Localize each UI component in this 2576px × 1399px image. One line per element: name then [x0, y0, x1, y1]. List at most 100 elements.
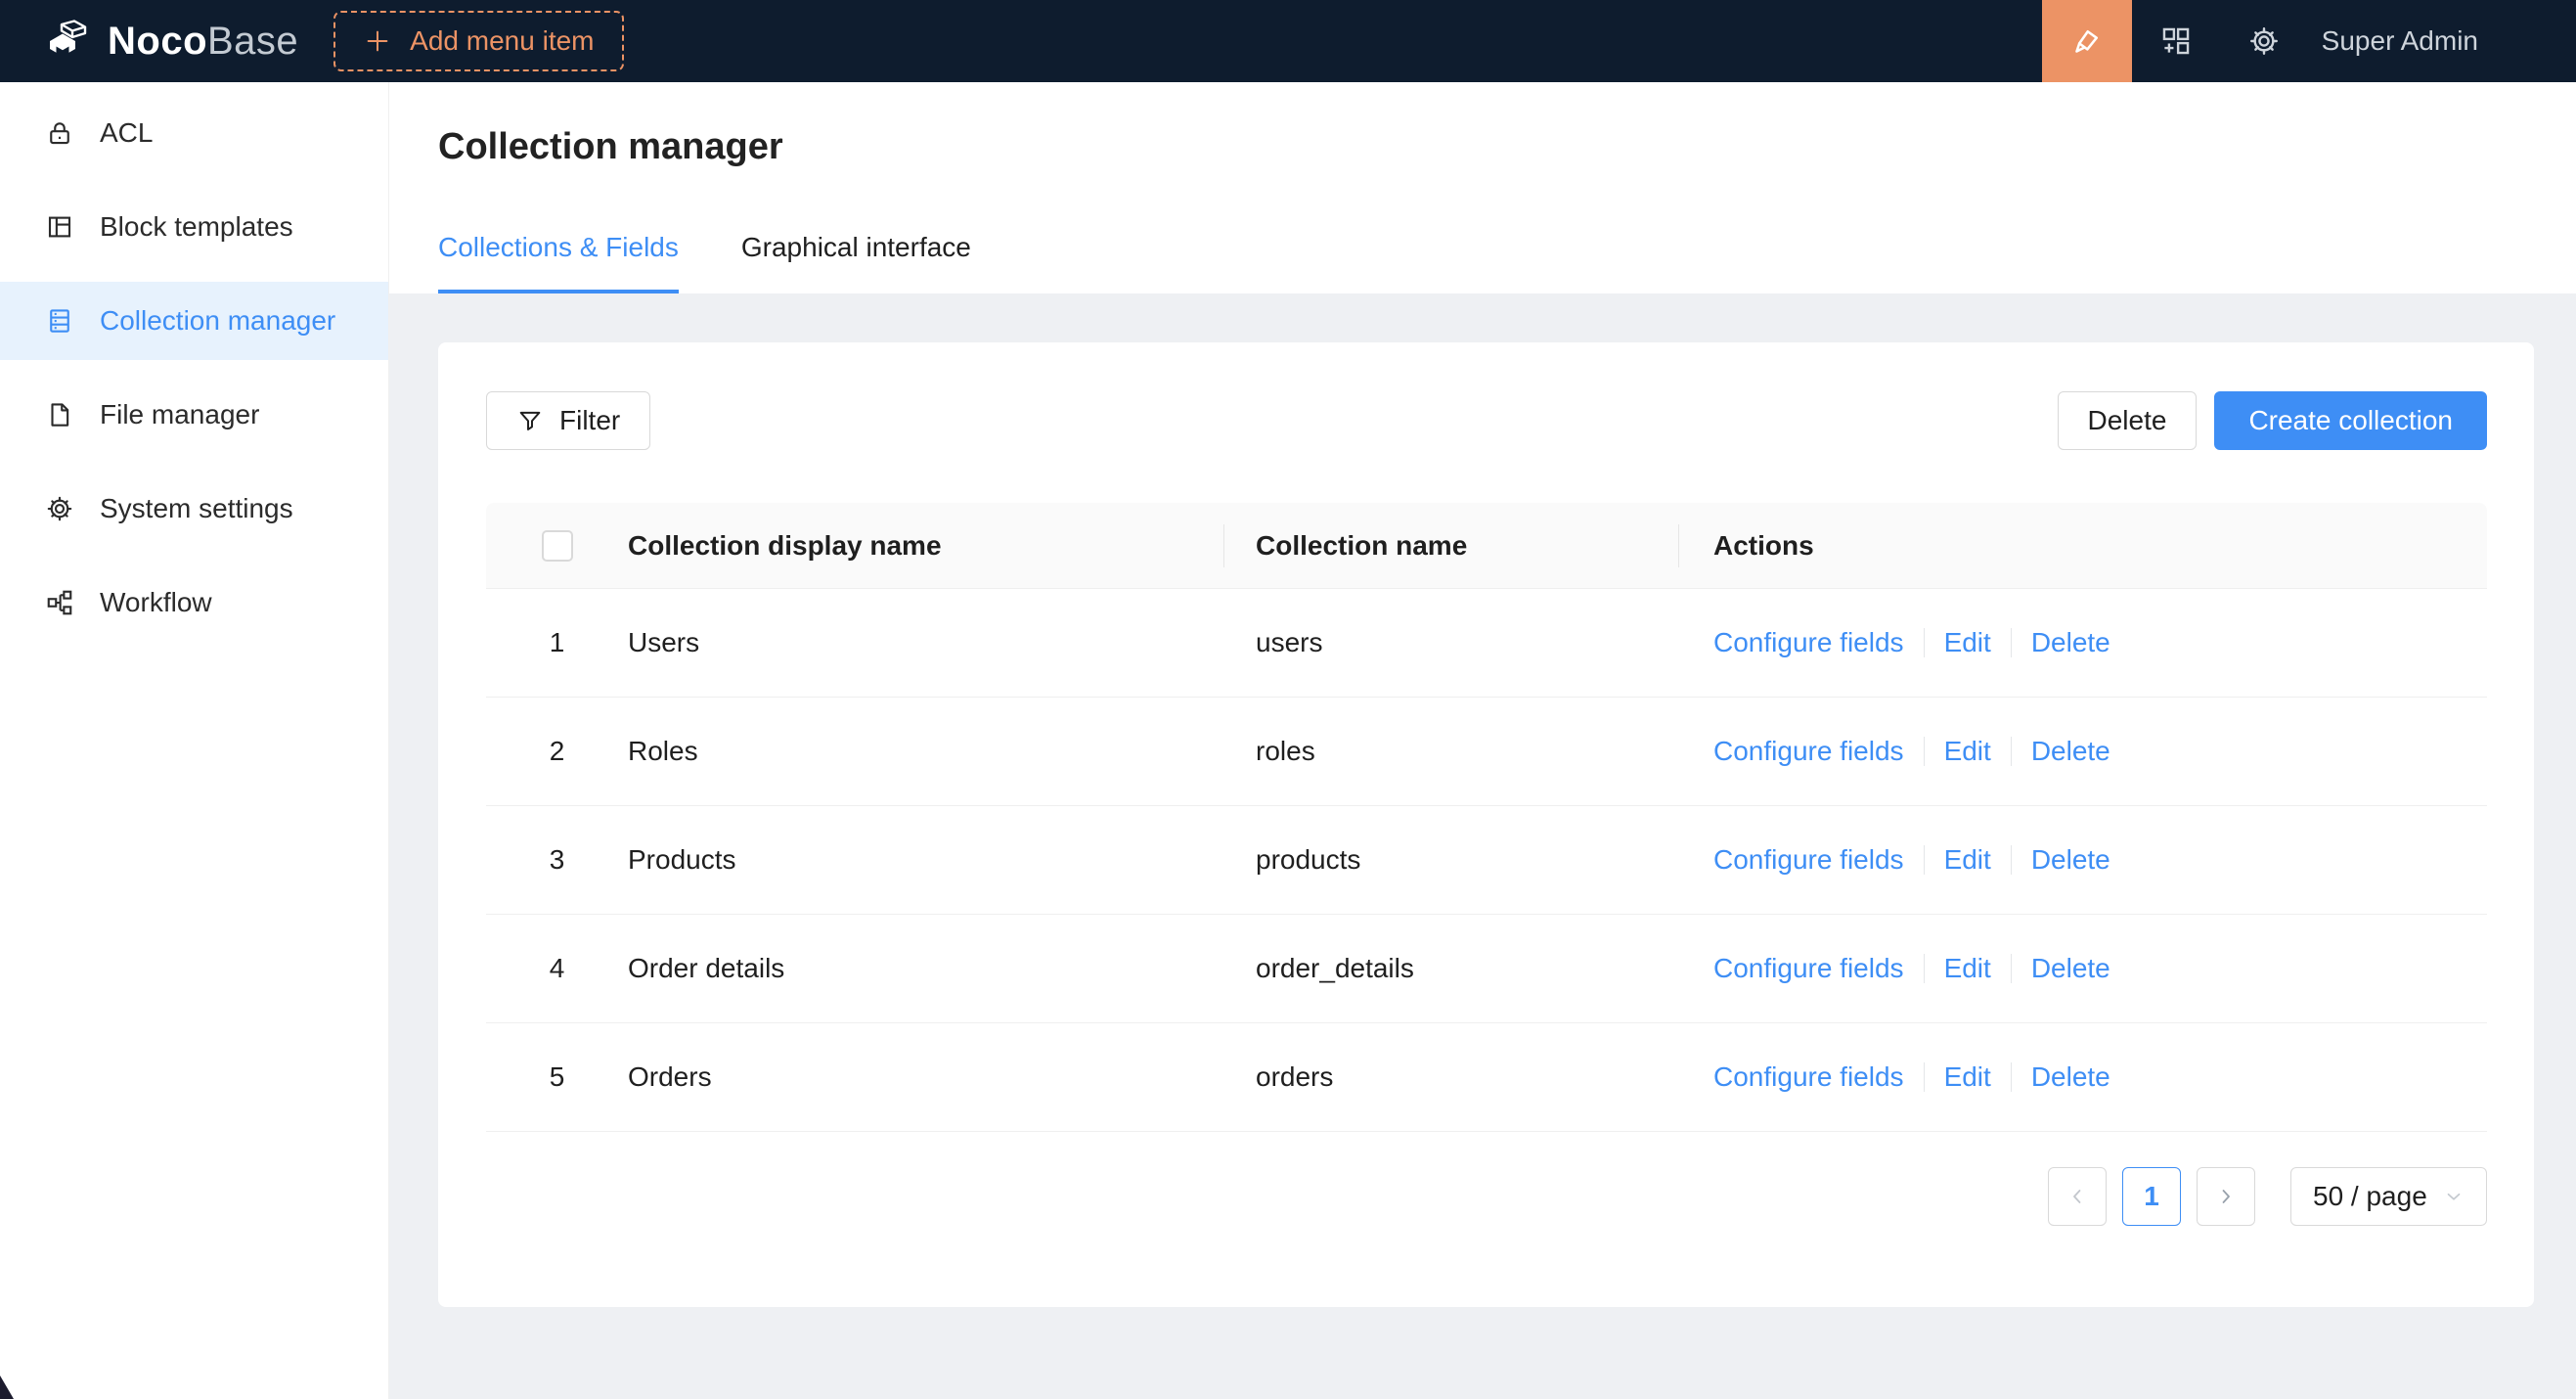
- filter-button[interactable]: Filter: [486, 391, 650, 450]
- row-index: 1: [486, 627, 628, 658]
- table-row: 1UsersusersConfigure fieldsEditDelete: [486, 589, 2487, 698]
- row-actions: Configure fields Edit Delete: [1679, 736, 2487, 767]
- row-actions: Configure fields Edit Delete: [1679, 844, 2487, 876]
- add-menu-item-button[interactable]: Add menu item: [333, 11, 623, 71]
- row-actions: Configure fields Edit Delete: [1679, 627, 2487, 658]
- plugins-button[interactable]: [2132, 0, 2220, 82]
- collection-display-name: Orders: [628, 1061, 1224, 1093]
- chevron-down-icon: [2443, 1186, 2465, 1207]
- configure-fields-link[interactable]: Configure fields: [1713, 953, 1904, 984]
- edit-link[interactable]: Edit: [1944, 953, 1991, 984]
- vertical-divider: [1924, 954, 1925, 983]
- sidebar-item-workflow[interactable]: Workflow: [0, 564, 388, 642]
- page-header: Collection manager Collections & Fields …: [389, 82, 2576, 293]
- delete-link[interactable]: Delete: [2031, 844, 2110, 876]
- row-index: 4: [486, 953, 628, 984]
- layout-icon: [45, 212, 74, 242]
- chevron-left-icon: [2065, 1185, 2089, 1208]
- sidebar-item-label: File manager: [100, 399, 259, 430]
- collection-display-name: Products: [628, 844, 1224, 876]
- collection-display-name: Users: [628, 627, 1224, 658]
- page-size-select[interactable]: 50 / page: [2290, 1167, 2487, 1226]
- brand-name: NocoBase: [108, 20, 298, 64]
- table-header-cell-select: [486, 530, 628, 562]
- pagination: 1 50 / page: [486, 1167, 2487, 1226]
- ui-editor-button[interactable]: [2042, 0, 2132, 82]
- database-icon: [45, 306, 74, 336]
- configure-fields-link[interactable]: Configure fields: [1713, 844, 1904, 876]
- collection-name: roles: [1224, 736, 1679, 767]
- collection-display-name: Roles: [628, 736, 1224, 767]
- filter-icon: [516, 407, 544, 434]
- delete-link[interactable]: Delete: [2031, 736, 2110, 767]
- sidebar-item-label: Collection manager: [100, 305, 335, 337]
- table-header-cell-name: Collection name: [1224, 530, 1679, 562]
- configure-fields-link[interactable]: Configure fields: [1713, 627, 1904, 658]
- collections-card: Filter Delete Create collection Coll: [438, 342, 2534, 1307]
- configure-fields-link[interactable]: Configure fields: [1713, 1061, 1904, 1093]
- table-toolbar: Filter Delete Create collection: [486, 391, 2487, 450]
- edit-link[interactable]: Edit: [1944, 627, 1991, 658]
- file-icon: [45, 400, 74, 429]
- collection-name: order_details: [1224, 953, 1679, 984]
- tab-collections-and-fields[interactable]: Collections & Fields: [438, 229, 679, 293]
- vertical-divider: [2011, 954, 2012, 983]
- vertical-divider: [2011, 737, 2012, 766]
- gear-icon: [2247, 24, 2281, 58]
- page-number-button[interactable]: 1: [2122, 1167, 2181, 1226]
- delete-link[interactable]: Delete: [2031, 627, 2110, 658]
- vertical-divider: [2011, 1062, 2012, 1092]
- row-index: 2: [486, 736, 628, 767]
- table-row: 4Order detailsorder_detailsConfigure fie…: [486, 915, 2487, 1023]
- sidebar-item-label: ACL: [100, 117, 153, 149]
- vertical-divider: [2011, 845, 2012, 875]
- sidebar-item-collection-manager[interactable]: Collection manager: [0, 282, 388, 360]
- table-row: 3ProductsproductsConfigure fieldsEditDel…: [486, 806, 2487, 915]
- chevron-right-icon: [2214, 1185, 2238, 1208]
- current-user-menu[interactable]: Super Admin: [2322, 25, 2478, 57]
- vertical-divider: [1924, 628, 1925, 657]
- tab-graphical-interface[interactable]: Graphical interface: [741, 229, 971, 293]
- sidebar-item-block-templates[interactable]: Block templates: [0, 188, 388, 266]
- add-menu-item-label: Add menu item: [410, 25, 594, 57]
- page-size-value: 50 / page: [2313, 1181, 2427, 1212]
- row-actions: Configure fields Edit Delete: [1679, 1061, 2487, 1093]
- appstore-add-icon: [2159, 24, 2193, 58]
- table-header-cell-actions: Actions: [1679, 530, 2487, 562]
- vertical-divider: [1924, 1062, 1925, 1092]
- sidebar-item-system-settings[interactable]: System settings: [0, 470, 388, 548]
- edit-link[interactable]: Edit: [1944, 1061, 1991, 1093]
- lock-icon: [45, 118, 74, 148]
- delete-link[interactable]: Delete: [2031, 1061, 2110, 1093]
- top-navigation-bar: NocoBase Add menu item: [0, 0, 2576, 82]
- gear-icon: [45, 494, 74, 523]
- row-actions: Configure fields Edit Delete: [1679, 953, 2487, 984]
- vertical-divider: [2011, 628, 2012, 657]
- collection-name: products: [1224, 844, 1679, 876]
- settings-button[interactable]: [2220, 0, 2308, 82]
- table-body: 1UsersusersConfigure fieldsEditDelete2Ro…: [486, 589, 2487, 1132]
- plus-icon: [363, 26, 392, 56]
- vertical-divider: [1924, 845, 1925, 875]
- edit-link[interactable]: Edit: [1944, 736, 1991, 767]
- select-all-checkbox[interactable]: [542, 530, 573, 562]
- next-page-button[interactable]: [2197, 1167, 2255, 1226]
- nocobase-logo-icon: [45, 18, 92, 65]
- sidebar-item-file-manager[interactable]: File manager: [0, 376, 388, 454]
- delete-button-label: Delete: [2088, 405, 2167, 436]
- table-row: 5OrdersordersConfigure fieldsEditDelete: [486, 1023, 2487, 1132]
- app-logo[interactable]: NocoBase: [45, 18, 298, 65]
- create-collection-button[interactable]: Create collection: [2214, 391, 2487, 450]
- previous-page-button[interactable]: [2048, 1167, 2107, 1226]
- sidebar-item-acl[interactable]: ACL: [0, 94, 388, 172]
- main-content: Collection manager Collections & Fields …: [389, 82, 2576, 1399]
- collections-table: Collection display name Collection name …: [486, 503, 2487, 1132]
- delete-link[interactable]: Delete: [2031, 953, 2110, 984]
- filter-button-label: Filter: [559, 405, 620, 436]
- sidebar-item-label: Block templates: [100, 211, 293, 243]
- delete-button[interactable]: Delete: [2058, 391, 2198, 450]
- configure-fields-link[interactable]: Configure fields: [1713, 736, 1904, 767]
- tab-bar: Collections & Fields Graphical interface: [438, 229, 2576, 293]
- collection-display-name: Order details: [628, 953, 1224, 984]
- edit-link[interactable]: Edit: [1944, 844, 1991, 876]
